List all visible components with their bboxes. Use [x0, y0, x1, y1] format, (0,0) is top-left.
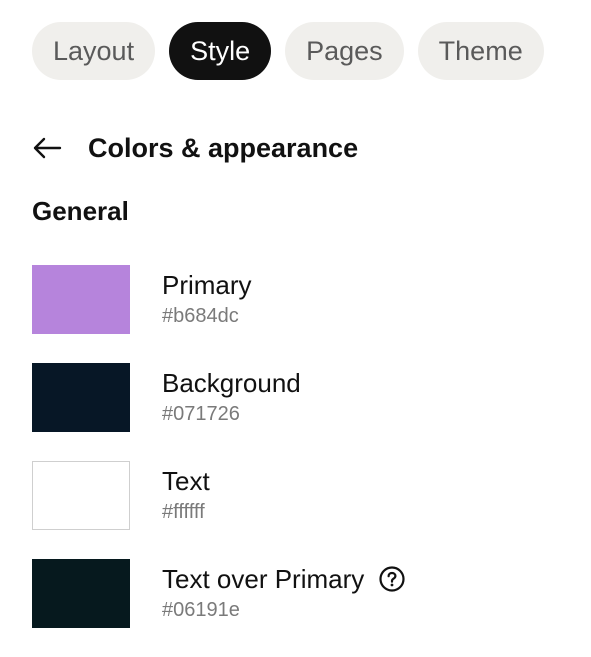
color-name-label: Text — [162, 466, 210, 496]
color-swatch-background[interactable] — [32, 362, 130, 432]
color-info: Text over Primary #06191e — [162, 563, 406, 623]
back-button[interactable] — [32, 128, 62, 168]
color-name-label: Primary — [162, 270, 252, 300]
color-hex: #b684dc — [162, 305, 239, 327]
color-hex: #071726 — [162, 403, 240, 425]
color-row-text[interactable]: Text #ffffff — [32, 460, 210, 530]
panel-header: Colors & appearance — [32, 128, 358, 168]
color-swatch-primary[interactable] — [32, 264, 130, 334]
tab-layout[interactable]: Layout — [32, 22, 156, 80]
color-row-background[interactable]: Background #071726 — [32, 362, 301, 432]
tab-style[interactable]: Style — [169, 22, 272, 80]
color-row-text-over-primary[interactable]: Text over Primary #06191e — [32, 558, 406, 628]
color-row-primary[interactable]: Primary #b684dc — [32, 264, 252, 334]
section-title-general: General — [32, 196, 129, 226]
color-swatch-text-over-primary[interactable] — [32, 558, 130, 628]
question-circle-icon[interactable] — [378, 565, 406, 593]
color-info: Primary #b684dc — [162, 269, 252, 329]
color-info: Text #ffffff — [162, 465, 210, 525]
arrow-left-icon — [33, 137, 62, 159]
question-circle-icon-svg — [379, 566, 405, 592]
color-name: Primary — [162, 269, 252, 301]
tab-theme[interactable]: Theme — [417, 22, 544, 80]
color-info: Background #071726 — [162, 367, 301, 427]
color-name-label: Background — [162, 368, 301, 398]
color-hex: #ffffff — [162, 501, 205, 523]
color-swatch-text[interactable] — [32, 460, 130, 530]
color-name: Text — [162, 465, 210, 497]
color-name: Background — [162, 367, 301, 399]
style-tabs: Layout Style Pages Theme — [32, 22, 544, 80]
color-name-label: Text over Primary — [162, 564, 365, 594]
color-name: Text over Primary — [162, 563, 406, 595]
page-title: Colors & appearance — [88, 132, 359, 163]
tab-pages[interactable]: Pages — [285, 22, 404, 80]
color-hex: #06191e — [162, 599, 240, 621]
